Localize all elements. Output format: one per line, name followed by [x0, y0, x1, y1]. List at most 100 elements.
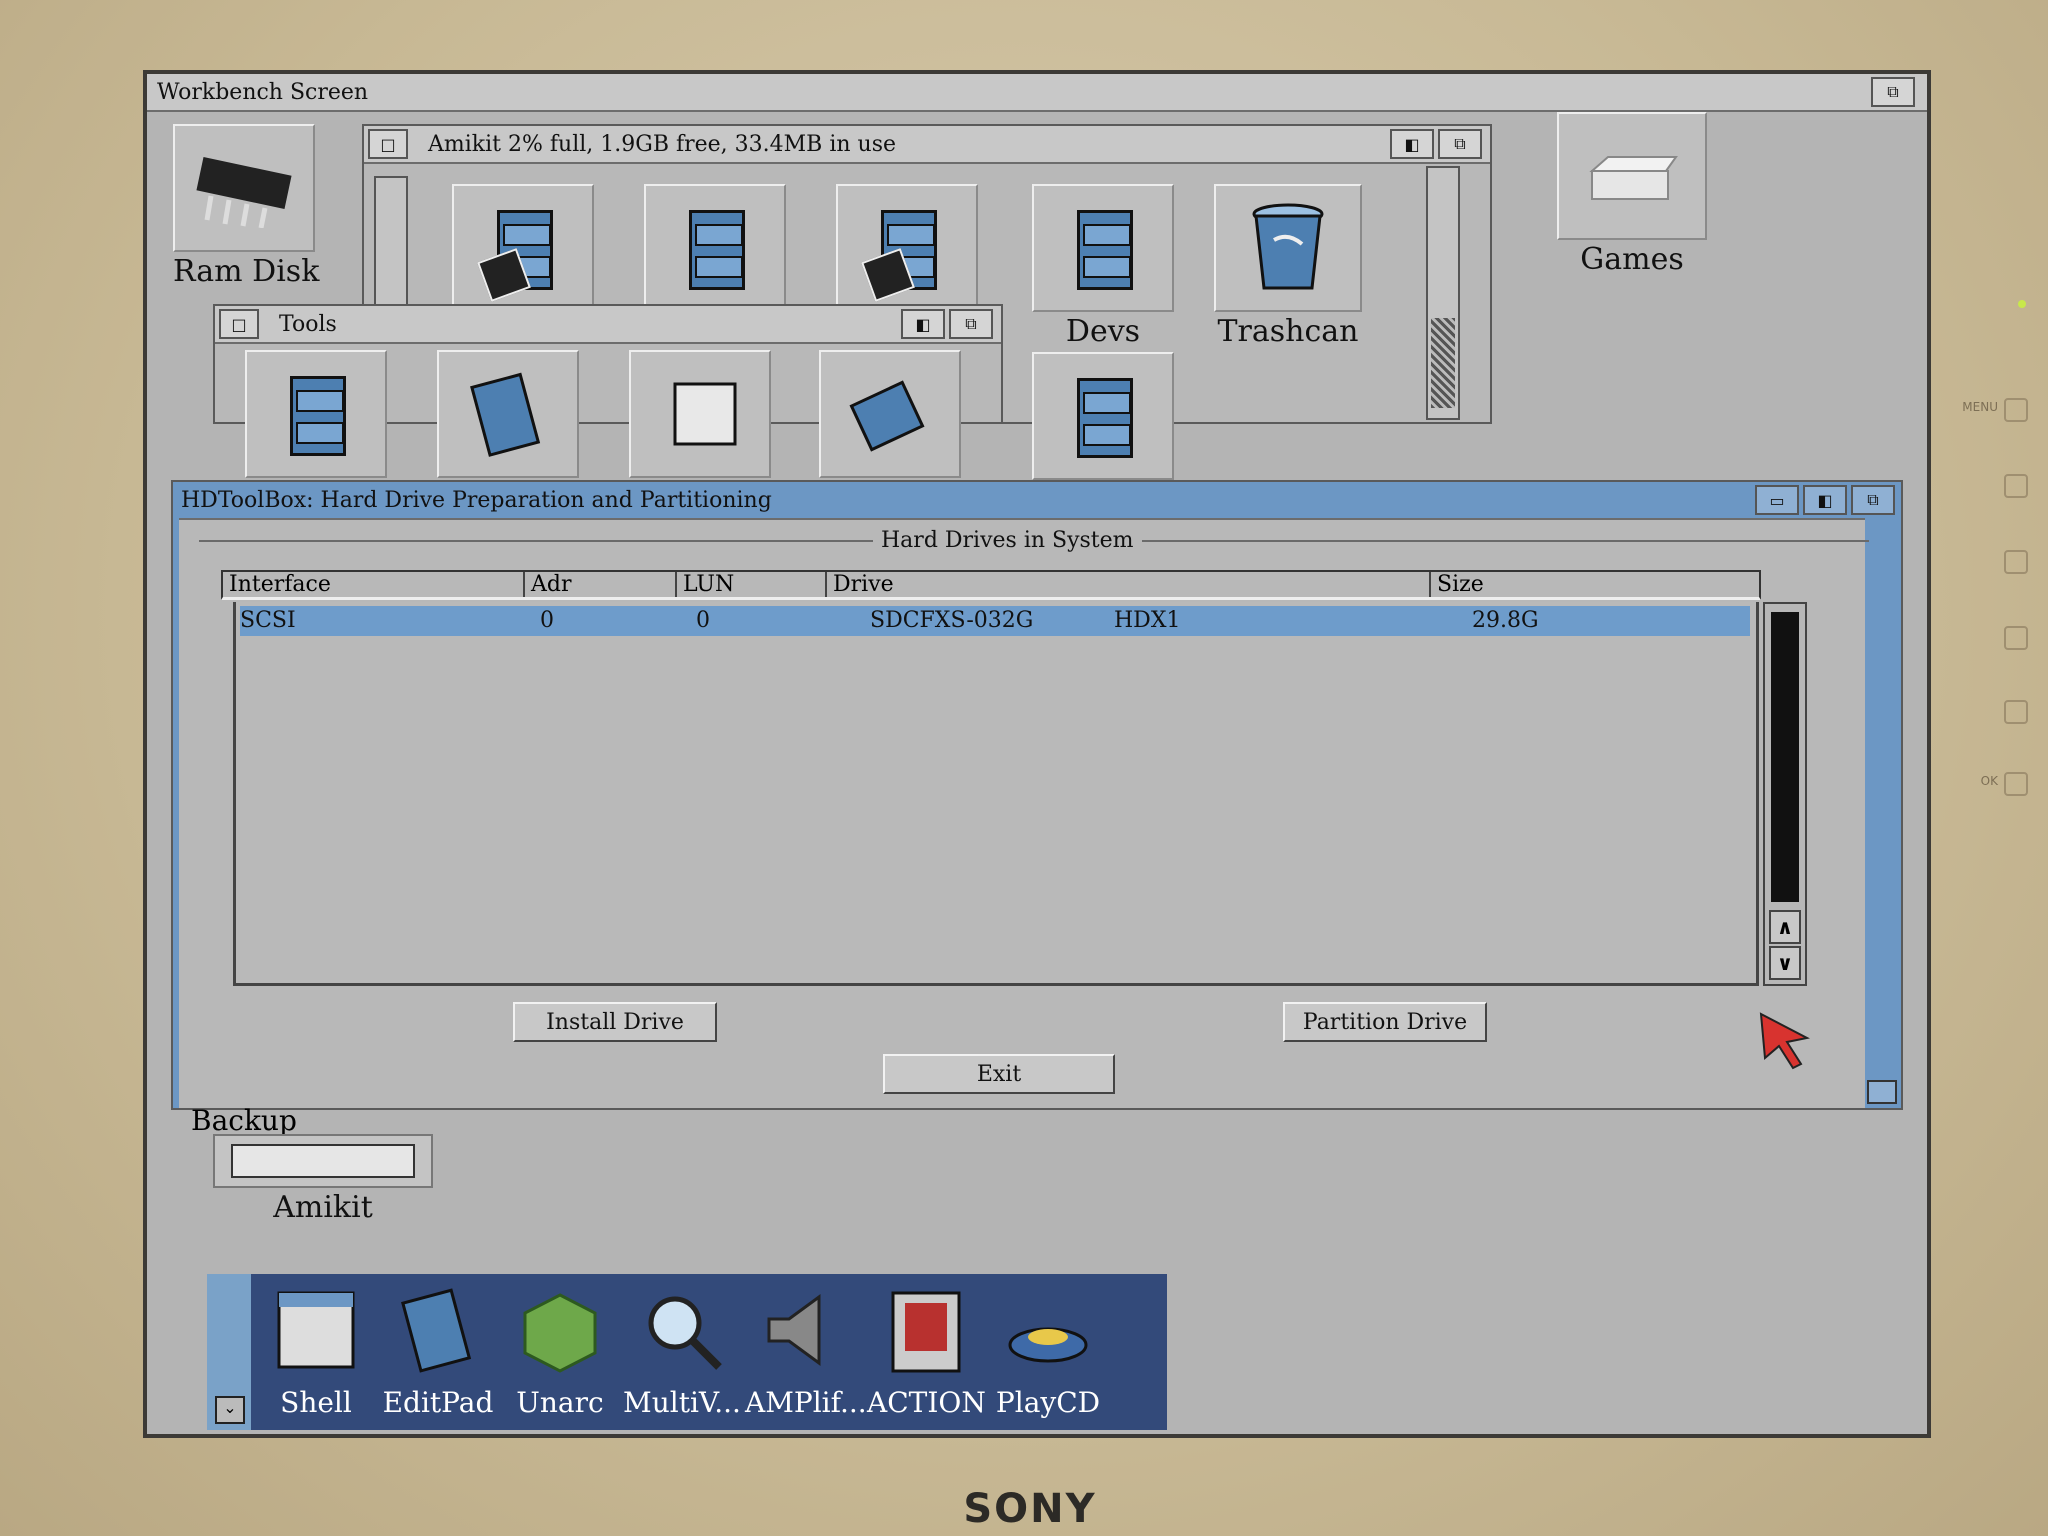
table-row[interactable]: SCSI 0 0 SDCFXS-032G HDX1 29.8G — [240, 606, 1750, 636]
dock-item-shell[interactable]: Shell — [257, 1278, 375, 1419]
install-drive-button[interactable]: Install Drive — [513, 1002, 717, 1042]
backup-label: Backup — [191, 1104, 297, 1137]
dock-item-unarc[interactable]: Unarc — [501, 1278, 619, 1419]
prefs-tool-icon — [819, 350, 961, 478]
monitor-menu-button[interactable] — [2004, 398, 2028, 422]
dock-item-editpad[interactable]: EditPad — [379, 1278, 497, 1419]
hdtoolbox-titlebar[interactable]: HDToolBox: Hard Drive Preparation and Pa… — [173, 482, 1901, 520]
hdtoolbox-size-gadget[interactable] — [1867, 1080, 1897, 1104]
scroll-down-arrow[interactable]: ∨ — [1769, 946, 1801, 980]
exit-button[interactable]: Exit — [883, 1054, 1115, 1094]
monitor-contrast-button[interactable] — [2004, 550, 2028, 574]
amikit-close-gadget[interactable]: □ — [368, 129, 408, 159]
amikit-drawer-2[interactable] — [644, 184, 786, 312]
monitor-brand-logo: SONY — [963, 1486, 1097, 1532]
hdtoolbox-window[interactable]: HDToolBox: Hard Drive Preparation and Pa… — [171, 480, 1903, 1110]
drive-list-header: Interface Adr LUN Drive Size — [221, 570, 1761, 600]
hdtoolbox-iconify-gadget[interactable]: ▭ — [1755, 485, 1799, 515]
dock-item-action[interactable]: ACTION — [867, 1278, 986, 1419]
games-icon — [1557, 112, 1707, 240]
volume-disk-icon — [213, 1134, 433, 1188]
screen-titlebar: Workbench Screen ⧉ — [147, 74, 1927, 112]
games-label: Games — [1580, 242, 1684, 277]
hdtoolbox-left-border — [173, 518, 179, 1108]
tools-icon-4[interactable] — [819, 350, 961, 478]
hdtoolbox-depth-gadget[interactable]: ⧉ — [1851, 485, 1895, 515]
ram-disk-icon-container[interactable]: Ram Disk — [173, 124, 319, 289]
dock-handle[interactable]: ⌄ — [207, 1274, 251, 1430]
trashcan[interactable]: Trashcan — [1214, 184, 1362, 349]
column-drive: Drive — [827, 572, 1431, 597]
trashcan-icon — [1214, 184, 1362, 312]
speaker-icon — [754, 1278, 854, 1382]
tools-icon-2[interactable] — [437, 350, 579, 478]
mouse-pointer-icon — [1759, 1012, 1810, 1070]
tools-depth-gadget[interactable]: ⧉ — [949, 309, 993, 339]
ram-disk-icon — [173, 124, 315, 252]
drive-list[interactable]: SCSI 0 0 SDCFXS-032G HDX1 29.8G — [233, 602, 1759, 986]
column-lun: LUN — [677, 572, 827, 597]
amikit-vertical-scrollbar[interactable] — [1426, 166, 1460, 420]
film-clip-icon — [876, 1278, 976, 1382]
dock-label-shell: Shell — [280, 1386, 352, 1419]
devs-drawer[interactable]: Devs — [1032, 184, 1174, 349]
drawer-cabinet-icon — [836, 184, 978, 312]
cell-interface: SCSI — [240, 608, 296, 633]
amikit-drawer-3[interactable] — [836, 184, 978, 312]
amikit-titlebar[interactable]: □ Amikit 2% full, 1.9GB free, 33.4MB in … — [364, 126, 1490, 164]
monitor-ok-button[interactable] — [2004, 772, 2028, 796]
tools-icon-3[interactable] — [629, 350, 771, 478]
screen-title: Workbench Screen — [157, 79, 369, 105]
monitor-down-button[interactable] — [2004, 700, 2028, 724]
column-adr: Adr — [525, 572, 677, 597]
amikit-drawer-5[interactable] — [1032, 352, 1174, 480]
shell-icon — [266, 1278, 366, 1382]
hard-drive-icon — [629, 350, 771, 478]
column-interface: Interface — [223, 572, 525, 597]
dock-item-amplifier[interactable]: AMPlif... — [745, 1278, 867, 1419]
trashcan-label: Trashcan — [1217, 314, 1359, 349]
scroll-up-arrow[interactable]: ∧ — [1769, 910, 1801, 944]
monitor-up-button[interactable] — [2004, 626, 2028, 650]
dock-label-unarc: Unarc — [516, 1386, 604, 1419]
tools-close-gadget[interactable]: □ — [219, 309, 259, 339]
drawer-cabinet-icon — [452, 184, 594, 312]
games-icon-container[interactable]: Games — [1557, 112, 1707, 277]
power-led — [2018, 300, 2026, 308]
app-dock: ⌄ Shell EditPad Unarc MultiV... AMPlif..… — [207, 1274, 1167, 1430]
tools-titlebar[interactable]: □ Tools ◧ ⧉ — [215, 306, 1001, 344]
drawer-cabinet-icon — [644, 184, 786, 312]
amikit-volume-icon-container[interactable]: Amikit — [213, 1134, 433, 1225]
hdtoolbox-zoom-gadget[interactable]: ◧ — [1803, 485, 1847, 515]
amikit-zoom-gadget[interactable]: ◧ — [1390, 129, 1434, 159]
tools-icon-1[interactable] — [245, 350, 387, 478]
monitor-ok-label: OK — [1980, 774, 1998, 788]
screen-depth-gadget[interactable]: ⧉ — [1871, 77, 1915, 107]
dock-label-action: ACTION — [867, 1386, 986, 1419]
dock-label-editpad: EditPad — [382, 1386, 494, 1419]
locked-cabinet-icon — [245, 350, 387, 478]
monitor-menu-label: MENU — [1962, 400, 1998, 414]
cell-size: 29.8G — [1472, 608, 1539, 633]
amikit-drawer-1[interactable] — [452, 184, 594, 312]
partition-drive-button[interactable]: Partition Drive — [1283, 1002, 1487, 1042]
amikit-scroll-knob[interactable] — [1431, 318, 1455, 408]
monitor-brightness-button[interactable] — [2004, 474, 2028, 498]
dock-collapse-icon[interactable]: ⌄ — [215, 1396, 245, 1424]
amikit-depth-gadget[interactable]: ⧉ — [1438, 129, 1482, 159]
devs-label: Devs — [1065, 314, 1141, 349]
dock-label-playcd: PlayCD — [995, 1386, 1101, 1419]
devs-drawer-icon — [1032, 184, 1174, 312]
unarc-cube-icon — [510, 1278, 610, 1382]
dock-label-amplifier: AMPlif... — [745, 1386, 867, 1419]
cell-drive: SDCFXS-032G — [870, 608, 1034, 633]
tools-window-title: Tools — [279, 311, 337, 337]
drive-list-scroll-knob[interactable] — [1771, 612, 1799, 902]
drive-list-scrollbar[interactable]: ∧ ∨ — [1763, 602, 1807, 986]
amikit-volume-label: Amikit — [273, 1190, 373, 1225]
dock-item-playcd[interactable]: PlayCD — [989, 1278, 1107, 1419]
tools-window[interactable]: □ Tools ◧ ⧉ — [213, 304, 1003, 478]
dock-item-multiview[interactable]: MultiV... — [623, 1278, 741, 1419]
cell-adr: 0 — [540, 608, 554, 633]
tools-zoom-gadget[interactable]: ◧ — [901, 309, 945, 339]
